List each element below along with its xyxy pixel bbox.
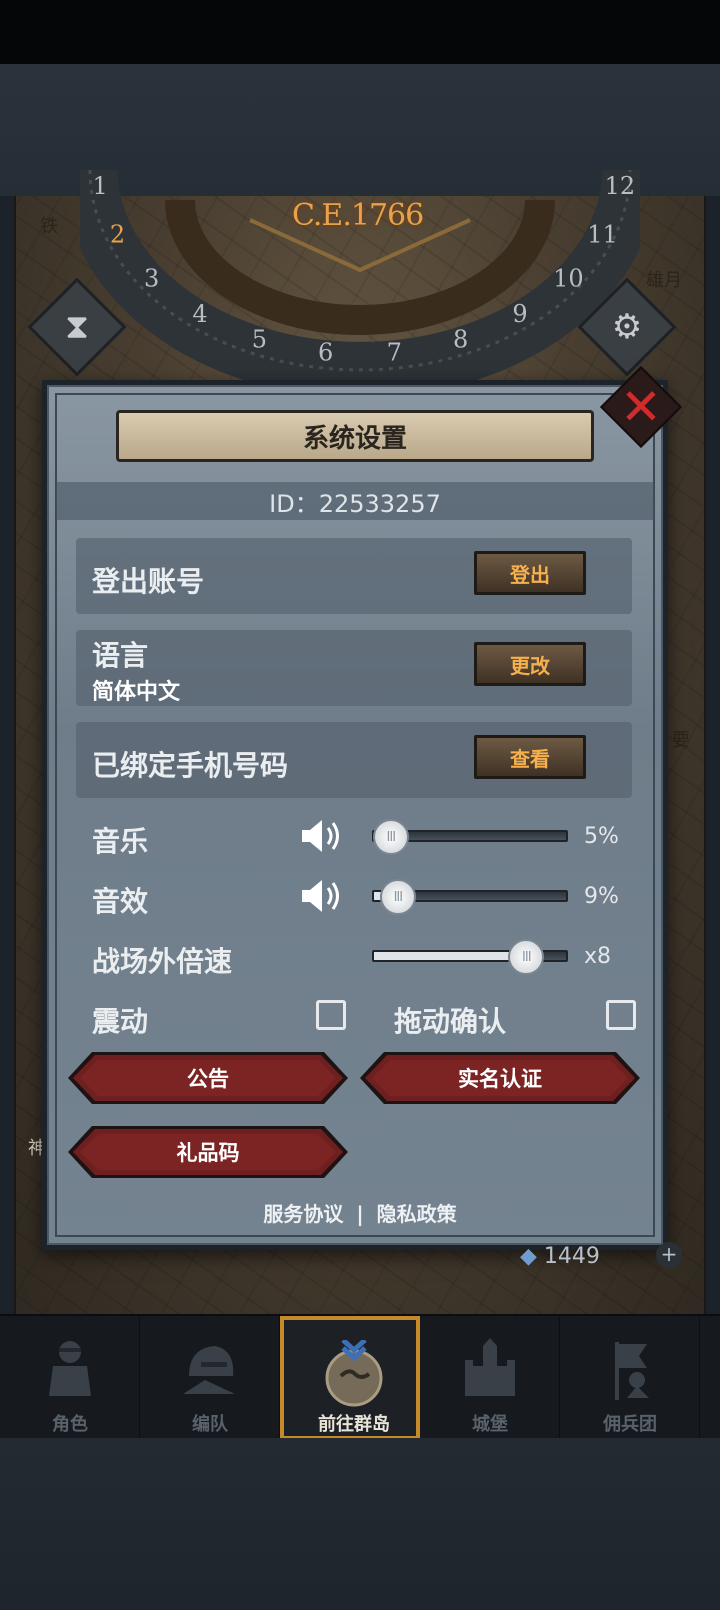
language-row: 语言 简体中文 更改 bbox=[76, 630, 632, 706]
sfx-slider-thumb[interactable]: III bbox=[379, 879, 416, 915]
music-slider-thumb[interactable]: III bbox=[372, 819, 409, 855]
logout-button[interactable]: 登出 bbox=[474, 551, 586, 595]
dial-month-4[interactable]: 4 bbox=[192, 300, 207, 328]
vibration-label: 震动 bbox=[92, 1005, 149, 1038]
speed-value: x8 bbox=[584, 944, 612, 969]
speed-slider-thumb[interactable]: III bbox=[508, 939, 545, 975]
language-value: 简体中文 bbox=[92, 680, 181, 705]
vibration-checkbox[interactable] bbox=[316, 1000, 346, 1030]
music-value: 5% bbox=[584, 824, 619, 849]
logout-label: 登出账号 bbox=[92, 565, 205, 598]
month-dial[interactable]: 1 2 3 4 5 6 7 8 9 10 11 12 bbox=[62, 130, 658, 398]
view-phone-button[interactable]: 查看 bbox=[474, 735, 586, 779]
dial-month-5[interactable]: 5 bbox=[252, 325, 267, 353]
dial-ring-graphic: 12345 6 7 89101112 bbox=[62, 169, 658, 398]
dial-month-1[interactable]: 1 bbox=[92, 172, 107, 200]
music-label: 音乐 bbox=[92, 825, 149, 858]
logout-row: 登出账号 登出 bbox=[76, 538, 632, 614]
change-language-button[interactable]: 更改 bbox=[474, 642, 586, 686]
links-separator: | bbox=[356, 1202, 364, 1226]
phone-row: 已绑定手机号码 查看 bbox=[76, 722, 632, 798]
real-name-button[interactable]: 实名认证 bbox=[360, 1052, 640, 1104]
nav-label-mercenary: 佣兵团 bbox=[603, 1414, 657, 1435]
resource-counter: ◆ 1449 bbox=[520, 1244, 600, 1269]
nav-tab-castle[interactable]: 城堡 bbox=[420, 1316, 560, 1440]
gift-code-button[interactable]: 礼品码 bbox=[68, 1126, 348, 1178]
gem-icon: ◆ bbox=[520, 1244, 537, 1269]
squad-helmet-icon bbox=[183, 1346, 235, 1394]
drag-confirm-label: 拖动确认 bbox=[394, 1005, 507, 1038]
nav-label-islands: 前往群岛 bbox=[318, 1414, 390, 1435]
speed-label: 战场外倍速 bbox=[92, 945, 233, 978]
nav-tab-mercenary[interactable]: 佣兵团 bbox=[560, 1316, 700, 1440]
music-speaker-icon[interactable] bbox=[300, 816, 346, 856]
knight-icon bbox=[49, 1341, 91, 1396]
map-label-side-right: 要 bbox=[672, 730, 690, 751]
dial-month-7[interactable]: 7 bbox=[387, 338, 402, 366]
castle-icon bbox=[465, 1338, 515, 1396]
dial-month-8[interactable]: 8 bbox=[453, 325, 468, 353]
gift-code-button-label: 礼品码 bbox=[176, 1141, 240, 1165]
close-icon: ✕ bbox=[620, 378, 662, 436]
dial-month-6[interactable]: 6 bbox=[318, 338, 333, 366]
sfx-label: 音效 bbox=[92, 885, 149, 918]
nav-tab-character[interactable]: 角色 bbox=[0, 1316, 140, 1440]
nav-tab-islands[interactable]: 前往群岛 bbox=[280, 1316, 420, 1440]
sfx-speaker-icon[interactable] bbox=[300, 876, 346, 916]
notice-button[interactable]: 公告 bbox=[68, 1052, 348, 1104]
status-bar bbox=[0, 0, 720, 64]
nav-tab-squad[interactable]: 编队 bbox=[140, 1316, 280, 1440]
bottom-gesture-area bbox=[0, 1438, 720, 1610]
speed-slider-fill bbox=[374, 952, 529, 960]
resource-value: 1449 bbox=[543, 1244, 600, 1269]
nav-label-squad: 编队 bbox=[192, 1414, 228, 1435]
nav-label-character: 角色 bbox=[52, 1414, 88, 1435]
dial-month-3[interactable]: 3 bbox=[144, 264, 159, 292]
dial-month-2[interactable]: 2 bbox=[110, 221, 125, 249]
terms-link[interactable]: 服务协议 bbox=[263, 1202, 343, 1226]
nav-label-castle: 城堡 bbox=[472, 1414, 508, 1435]
sfx-value: 9% bbox=[584, 884, 619, 909]
user-id-label: ID：22533257 bbox=[56, 482, 654, 520]
era-year-label: C.E.1766 bbox=[292, 198, 424, 233]
hourglass-icon: ⧗ bbox=[65, 307, 89, 347]
gear-icon: ⚙ bbox=[611, 307, 643, 347]
bottom-nav: 角色 编队 前往群岛 城堡 佣兵团 bbox=[0, 1314, 720, 1440]
map-label-top-left: 铁 bbox=[40, 216, 58, 237]
privacy-link[interactable]: 隐私政策 bbox=[377, 1202, 457, 1226]
add-resource-button[interactable]: + bbox=[656, 1242, 682, 1268]
dial-month-12[interactable]: 12 bbox=[605, 172, 636, 200]
notice-button-label: 公告 bbox=[187, 1067, 229, 1091]
policy-links: 服务协议 | 隐私政策 bbox=[0, 1198, 720, 1227]
dial-month-10[interactable]: 10 bbox=[553, 264, 584, 292]
language-label: 语言 bbox=[92, 639, 149, 672]
banner-warrior-icon bbox=[615, 1342, 649, 1400]
map-label-top-right: 雄月 bbox=[646, 270, 682, 291]
real-name-button-label: 实名认证 bbox=[458, 1067, 542, 1091]
dialog-title: 系统设置 bbox=[116, 410, 594, 462]
drag-confirm-checkbox[interactable] bbox=[606, 1000, 636, 1030]
compass-island-icon bbox=[325, 1340, 383, 1407]
dial-month-9[interactable]: 9 bbox=[512, 300, 527, 328]
phone-label: 已绑定手机号码 bbox=[92, 749, 289, 782]
dial-month-11[interactable]: 11 bbox=[587, 221, 618, 249]
